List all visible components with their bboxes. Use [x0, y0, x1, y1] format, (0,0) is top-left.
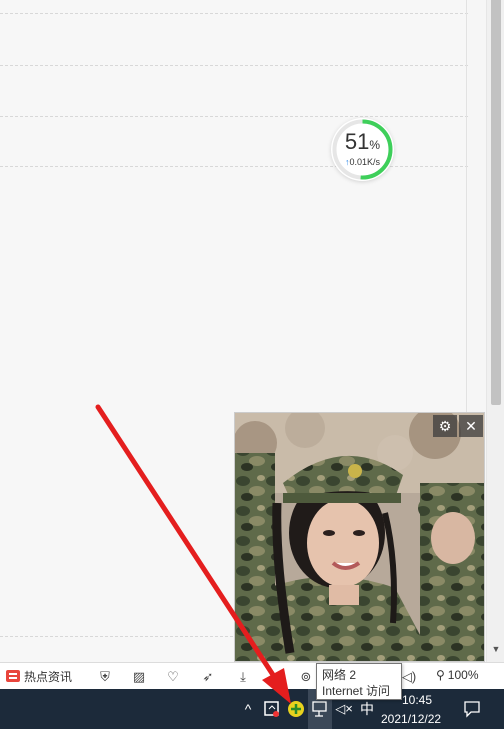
- tooltip-network-name: 网络 2: [322, 668, 357, 682]
- zoom-level: 100%: [447, 668, 479, 682]
- network-tooltip: 网络 2 Internet 访问: [316, 663, 402, 700]
- show-hidden-icons-chevron-icon[interactable]: ^: [241, 700, 255, 718]
- search-icon: ⚲: [436, 668, 445, 682]
- shield-icon[interactable]: ⛨: [96, 668, 114, 686]
- tooltip-internet-access: Internet 访问: [322, 684, 391, 698]
- glasses-icon[interactable]: ⊚: [297, 668, 315, 686]
- clock-time: 10:45: [402, 693, 433, 707]
- sync-app-icon[interactable]: [263, 700, 281, 722]
- network-icon[interactable]: [311, 700, 329, 722]
- browser-status-bar: 热点资讯 ⛨ ▨ ♡ ➶ ⤓ ⊚ ◁) ⚲ 100%: [0, 662, 504, 689]
- heart-icon[interactable]: ♡: [164, 668, 182, 686]
- ime-indicator[interactable]: 中: [358, 700, 376, 718]
- divider: [0, 166, 468, 167]
- news-button[interactable]: 热点资讯: [6, 668, 72, 684]
- speed-rate: ↑0.01K/s: [344, 157, 381, 167]
- divider: [0, 13, 468, 14]
- notification-icon[interactable]: [462, 700, 482, 722]
- news-icon: [6, 670, 20, 682]
- network-speed-widget[interactable]: 51% ↑0.01K/s: [331, 118, 394, 181]
- volume-icon[interactable]: ◁): [400, 668, 418, 686]
- image-popup[interactable]: ⚙ ✕: [234, 412, 485, 662]
- image-icon[interactable]: ▨: [130, 668, 148, 686]
- volume-muted-icon[interactable]: ◁×: [335, 700, 353, 718]
- news-label: 热点资讯: [24, 669, 73, 684]
- scrollbar-thumb[interactable]: [491, 0, 501, 405]
- divider: [0, 116, 468, 117]
- settings-icon[interactable]: ⚙: [433, 415, 457, 437]
- windows-taskbar: ^ ◁× 中 10:45 2021/12/22: [0, 689, 504, 729]
- soldier-photo: [235, 413, 484, 661]
- divider: [0, 65, 468, 66]
- vertical-scrollbar[interactable]: ▼: [486, 0, 504, 662]
- scroll-down-arrow[interactable]: ▼: [489, 642, 503, 656]
- rocket-icon[interactable]: ➶: [199, 668, 217, 686]
- close-icon[interactable]: ✕: [459, 415, 483, 437]
- download-icon[interactable]: ⤓: [234, 668, 252, 686]
- zoom-control[interactable]: ⚲ 100%: [436, 668, 479, 682]
- speed-percent: 51%: [344, 129, 381, 154]
- clock-date: 2021/12/22: [381, 712, 442, 726]
- yellow-app-icon[interactable]: [287, 700, 305, 722]
